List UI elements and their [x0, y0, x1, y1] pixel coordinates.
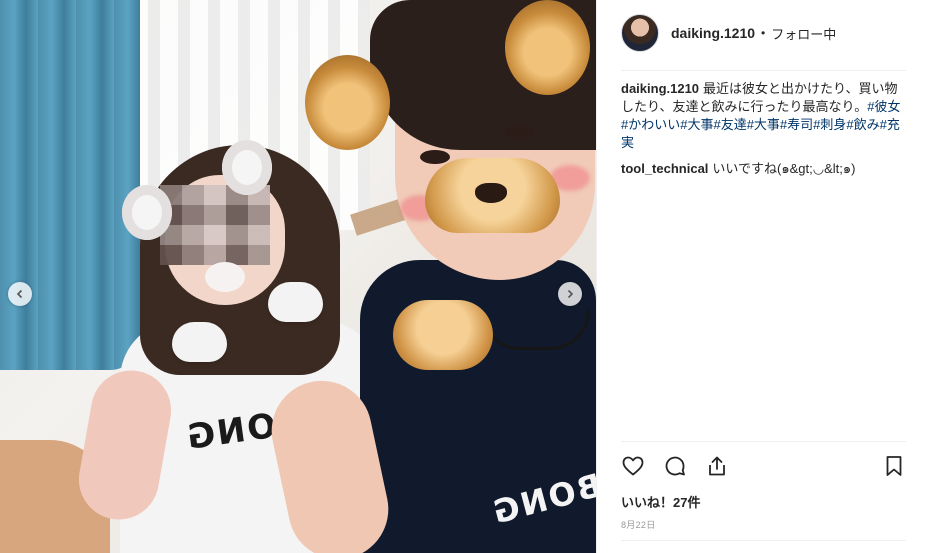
lion-ear-left — [305, 55, 390, 150]
header-divider — [621, 70, 906, 71]
comment-bubble-icon — [665, 456, 685, 476]
caption-comment: daiking.1210 最近は彼女と出かけたり、買い物したり、友達と飲みに行った… — [621, 80, 902, 152]
face-mosaic — [160, 185, 270, 265]
bottom-divider — [621, 540, 906, 541]
actions-divider — [621, 441, 906, 442]
like-button[interactable] — [619, 452, 647, 480]
comment-text: いいですね(๑&gt;◡&lt;๑) — [712, 161, 856, 176]
lion-nose — [475, 183, 507, 203]
cat-ear-right — [222, 140, 272, 195]
bookmark-icon — [886, 456, 902, 476]
comment-username[interactable]: daiking.1210 — [621, 81, 699, 96]
post-username[interactable]: daiking.1210 — [671, 25, 755, 41]
chevron-left-icon — [16, 289, 23, 299]
save-button[interactable] — [880, 452, 908, 480]
post-header: daiking.1210 • フォロー中 — [621, 12, 906, 54]
comment-button[interactable] — [661, 452, 689, 480]
post-photo[interactable]: BONG BONG — [0, 0, 596, 553]
boy-eye-left — [420, 150, 450, 164]
cat-paw-left — [172, 322, 227, 362]
blue-curtain — [0, 0, 140, 370]
cat-ear-left — [122, 185, 172, 240]
next-photo-button[interactable] — [558, 282, 582, 306]
lion-paw — [393, 300, 493, 370]
cat-nose-filter — [205, 262, 245, 292]
lion-ear-right — [505, 0, 590, 95]
comment-list: daiking.1210 最近は彼女と出かけたり、買い物したり、友達と飲みに行った… — [621, 80, 902, 186]
boy-eye-right — [505, 125, 535, 139]
like-count[interactable]: いいね！27件 — [621, 492, 700, 511]
follow-status-button[interactable]: フォロー中 — [771, 24, 836, 43]
separator-dot: • — [761, 26, 766, 40]
heart-icon — [622, 456, 644, 476]
comment-username[interactable]: tool_technical — [621, 161, 708, 176]
cat-paw-right — [268, 282, 323, 322]
chevron-right-icon — [567, 289, 574, 299]
previous-photo-button[interactable] — [8, 282, 32, 306]
action-bar — [617, 452, 906, 482]
post-sidebar: daiking.1210 • フォロー中 daiking.1210 最近は彼女と出… — [596, 0, 926, 553]
share-button[interactable] — [703, 452, 731, 480]
post-date[interactable]: 8月22日 — [621, 518, 656, 531]
avatar[interactable] — [621, 14, 659, 52]
share-upload-icon — [709, 456, 725, 476]
reply-comment: tool_technical いいですね(๑&gt;◡&lt;๑) — [621, 160, 902, 178]
